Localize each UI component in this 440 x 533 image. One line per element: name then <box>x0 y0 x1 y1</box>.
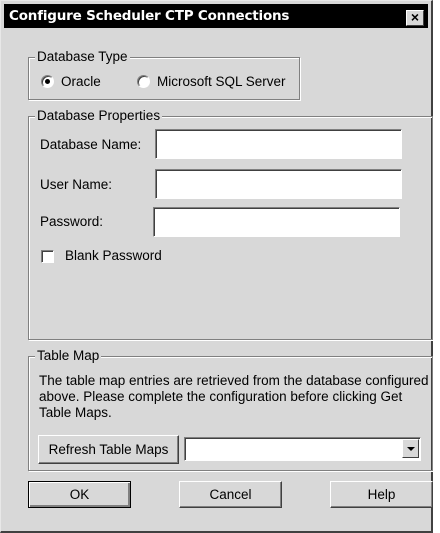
dialog-title: Configure Scheduler CTP Connections <box>9 8 290 24</box>
table-map-legend: Table Map <box>35 348 102 364</box>
password-field[interactable] <box>153 207 400 237</box>
user-name-field[interactable] <box>155 169 402 199</box>
cancel-button[interactable]: Cancel <box>179 481 282 508</box>
close-icon: × <box>410 9 420 25</box>
sql-server-radio[interactable] <box>137 75 150 88</box>
chevron-down-icon[interactable] <box>402 439 419 458</box>
title-bar[interactable]: Configure Scheduler CTP Connections × <box>4 4 428 28</box>
database-name-field[interactable] <box>155 129 402 159</box>
database-name-label: Database Name: <box>40 137 142 152</box>
refresh-table-maps-button[interactable]: Refresh Table Maps <box>38 435 179 464</box>
table-map-select[interactable] <box>184 437 421 461</box>
blank-password-checkbox[interactable] <box>41 250 54 263</box>
database-properties-legend: Database Properties <box>35 108 163 124</box>
help-button[interactable]: Help <box>330 481 433 508</box>
user-name-label: User Name: <box>40 177 113 192</box>
dialog-window: Configure Scheduler CTP Connections × Da… <box>0 0 433 533</box>
oracle-label[interactable]: Oracle <box>61 74 101 89</box>
close-button[interactable]: × <box>406 10 424 26</box>
password-label: Password: <box>40 214 104 229</box>
oracle-radio[interactable] <box>41 75 54 88</box>
database-type-legend: Database Type <box>35 49 130 65</box>
ok-button[interactable]: OK <box>28 481 131 508</box>
blank-password-label[interactable]: Blank Password <box>65 248 162 263</box>
radio-selected-dot <box>45 79 50 84</box>
sql-server-label[interactable]: Microsoft SQL Server <box>157 74 286 89</box>
table-map-description: The table map entries are retrieved from… <box>39 373 429 420</box>
